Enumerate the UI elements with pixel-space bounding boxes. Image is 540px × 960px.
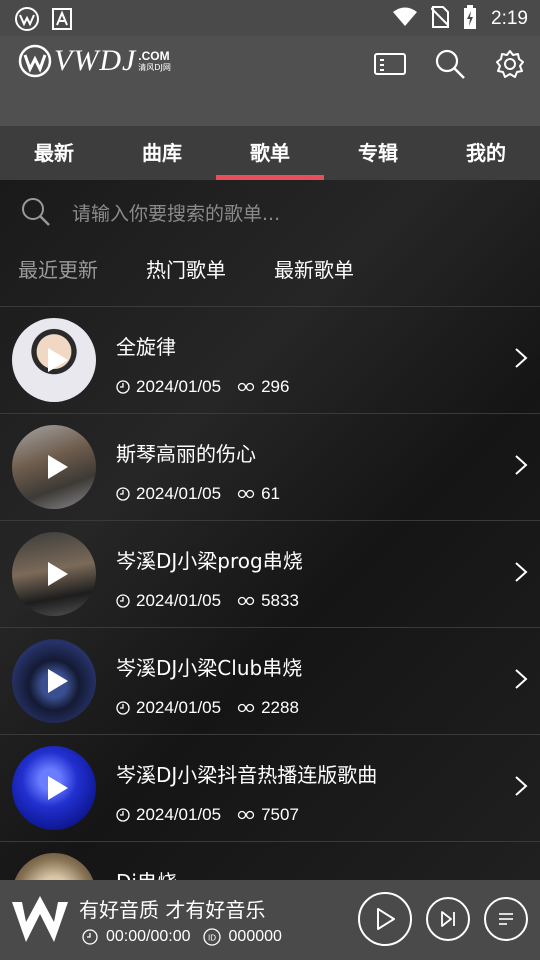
play-icon[interactable] [46, 454, 70, 480]
mini-player[interactable]: 有好音质 才有好音乐 00:00/00:00 ID 000000 [0, 880, 540, 960]
player-track-id: 000000 [228, 928, 282, 945]
filter-bar: 最近更新 热门歌单 最新歌单 [18, 254, 354, 283]
playlist-row[interactable]: 岑溪DJ小梁prog串烧 2024/01/05 5833 [0, 521, 540, 628]
play-count: 7507 [261, 805, 299, 824]
playlist-date: 2024/01/05 [136, 591, 222, 610]
tab-latest[interactable]: 最新 [0, 126, 108, 180]
tab-playlists[interactable]: 歌单 [216, 126, 324, 180]
logo-mark-icon [18, 44, 52, 78]
clock-icon [116, 701, 130, 715]
tab-library[interactable]: 曲库 [108, 126, 216, 180]
playlist-date: 2024/01/05 [136, 484, 222, 503]
status-bar: 2:19 [0, 0, 540, 36]
skip-next-icon [441, 911, 455, 927]
search-field-icon [22, 198, 50, 226]
playlist-row[interactable]: Dj串烧 [0, 842, 540, 880]
app-logo: VWDJ .COM 清风DJ网 [18, 44, 171, 78]
screen-cast-icon[interactable] [374, 48, 406, 80]
tab-albums[interactable]: 专辑 [324, 126, 432, 180]
wifi-icon [393, 7, 418, 31]
playlist-title: 岑溪DJ小梁prog串烧 [116, 549, 303, 573]
svg-text:ID: ID [208, 934, 216, 943]
playlist-row[interactable]: 全旋律 2024/01/05 296 [0, 307, 540, 414]
search-input[interactable]: 请输入你要搜索的歌单... [72, 199, 280, 226]
logo-cn: 清风DJ网 [138, 63, 171, 72]
chevron-right-icon[interactable] [514, 561, 528, 583]
filter-newest[interactable]: 最新歌单 [274, 254, 354, 283]
play-count: 2288 [261, 698, 299, 717]
play-icon[interactable] [46, 561, 70, 587]
player-logo-icon [12, 896, 68, 942]
clock-icon [116, 808, 130, 822]
loop-icon [237, 810, 255, 820]
play-icon[interactable] [46, 668, 70, 694]
chevron-right-icon[interactable] [514, 454, 528, 476]
filter-recent[interactable]: 最近更新 [18, 254, 98, 283]
loop-icon [237, 703, 255, 713]
queue-list-icon [499, 913, 513, 925]
gear-icon[interactable] [494, 48, 526, 80]
status-time: 2:19 [491, 8, 528, 29]
logo-com: .COM [138, 49, 170, 63]
logo-text: VWDJ [54, 44, 137, 77]
play-icon[interactable] [46, 775, 70, 801]
player-time: 00:00/00:00 [106, 928, 191, 945]
player-track-title: 有好音质 才有好音乐 [79, 898, 266, 922]
playlist-page: 请输入你要搜索的歌单... 最近更新 热门歌单 最新歌单 全旋律 2024/01… [0, 180, 540, 880]
playlist-title: 岑溪DJ小梁Club串烧 [116, 656, 303, 680]
filter-hot[interactable]: 热门歌单 [146, 254, 226, 283]
playlist-date: 2024/01/05 [136, 805, 222, 824]
play-count: 5833 [261, 591, 299, 610]
search-bar[interactable]: 请输入你要搜索的歌单... [20, 196, 280, 228]
clock-icon [116, 487, 130, 501]
playlist-list: 全旋律 2024/01/05 296 斯琴高丽的伤心 2024/01/05 61 [0, 306, 540, 880]
playlist-title: Dj串烧 [116, 866, 177, 880]
chevron-right-icon[interactable] [514, 347, 528, 369]
clock-icon [116, 594, 130, 608]
playlist-date: 2024/01/05 [136, 698, 222, 717]
chevron-right-icon[interactable] [514, 775, 528, 797]
playlist-row[interactable]: 岑溪DJ小梁抖音热播连版歌曲 2024/01/05 7507 [0, 735, 540, 842]
loop-icon [237, 489, 255, 499]
clock-icon [116, 380, 130, 394]
chevron-right-icon[interactable] [514, 668, 528, 690]
battery-charging-icon [463, 5, 477, 33]
play-button[interactable] [358, 892, 412, 946]
loop-icon [237, 596, 255, 606]
play-count: 61 [261, 484, 281, 503]
tab-mine[interactable]: 我的 [432, 126, 540, 180]
app-notification-icon [14, 6, 40, 36]
playlist-queue-button[interactable] [484, 897, 528, 941]
next-button[interactable] [426, 897, 470, 941]
playlist-row[interactable]: 斯琴高丽的伤心 2024/01/05 61 [0, 414, 540, 521]
play-icon [377, 908, 395, 930]
search-icon[interactable] [434, 48, 466, 80]
playlist-cover [12, 853, 96, 880]
playlist-title: 岑溪DJ小梁抖音热播连版歌曲 [116, 763, 378, 787]
loop-icon [237, 382, 255, 392]
playlist-title: 斯琴高丽的伤心 [116, 442, 256, 466]
id-icon: ID [202, 928, 221, 946]
no-sim-icon [430, 6, 450, 32]
clock-icon [82, 929, 98, 945]
font-notification-icon [52, 8, 72, 34]
playlist-title: 全旋律 [116, 335, 176, 359]
play-icon[interactable] [46, 347, 70, 373]
play-count: 296 [261, 377, 290, 396]
main-tabs: 最新 曲库 歌单 专辑 我的 [0, 126, 540, 180]
playlist-row[interactable]: 岑溪DJ小梁Club串烧 2024/01/05 2288 [0, 628, 540, 735]
playlist-date: 2024/01/05 [136, 377, 222, 396]
